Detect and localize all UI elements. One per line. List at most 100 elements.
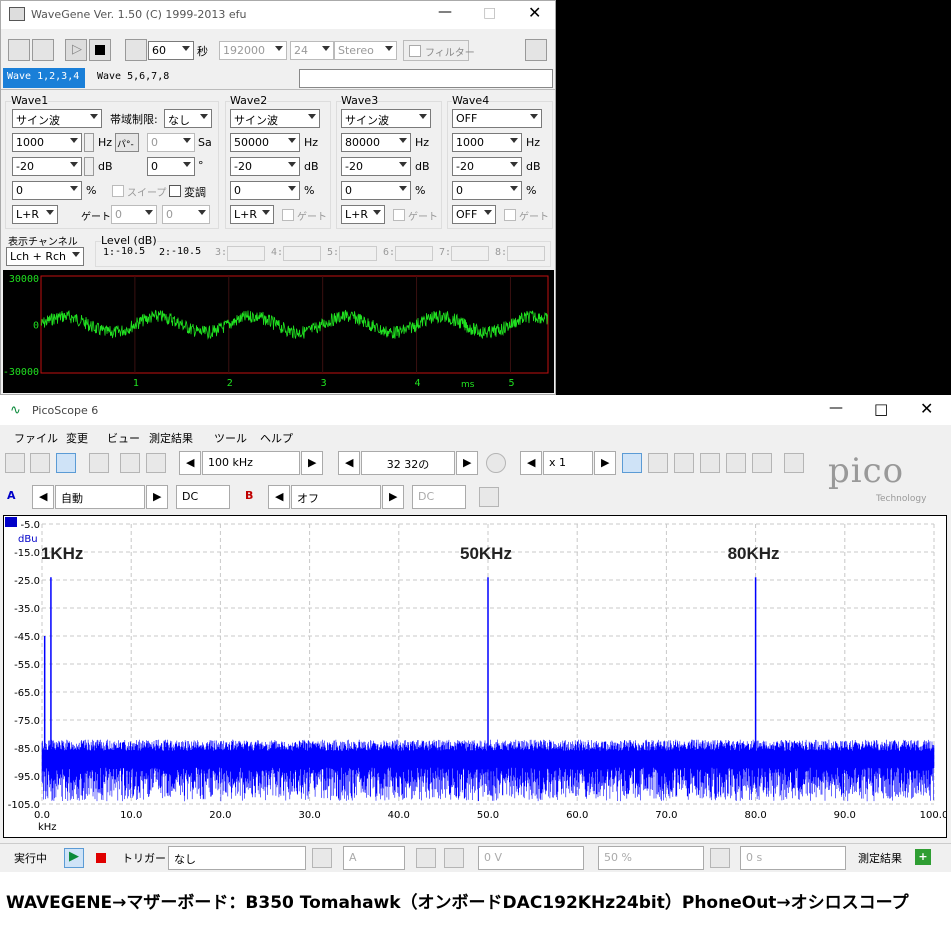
signal-gen-icon[interactable] — [120, 453, 140, 473]
close-icon[interactable]: ✕ — [920, 399, 933, 418]
spectrum-view[interactable]: dBu -5.0 -15.0 -25.0 -35.0 -45.0 -55.0 -65.0 -75… — [3, 515, 948, 838]
zoom-out-icon[interactable] — [726, 453, 746, 473]
start-button[interactable]: ▶ — [64, 848, 84, 868]
bits-select[interactable]: 24 — [290, 41, 334, 60]
maximize-icon[interactable]: □ — [483, 5, 496, 21]
wave2-pct-input[interactable]: 0 — [230, 181, 300, 200]
buffer-field[interactable]: 32 32の — [361, 451, 455, 475]
zoom-in-icon[interactable] — [700, 453, 720, 473]
menu-item-2[interactable]: ビュー — [107, 430, 140, 446]
sa-input[interactable]: 0 — [147, 133, 195, 152]
home-icon[interactable] — [146, 453, 166, 473]
buffer-prev-button[interactable]: ◀ — [338, 451, 360, 475]
duration-select[interactable]: 60 — [148, 41, 194, 60]
cha-coupling-select[interactable]: DC — [176, 485, 230, 509]
pretrigger-field[interactable]: 50 % — [598, 846, 704, 870]
trigger-channel-select[interactable]: A — [343, 846, 405, 870]
trigger-falling-icon[interactable] — [444, 848, 464, 868]
save-file-icon[interactable] — [32, 39, 54, 61]
timebase-select[interactable]: 100 kHz — [202, 451, 300, 475]
wave3-channel-select[interactable]: L+R — [341, 205, 385, 224]
hand-tool-icon[interactable] — [648, 453, 668, 473]
wave3-freq-input[interactable]: 80000 — [341, 133, 411, 152]
zoom-overview-icon[interactable] — [784, 453, 804, 473]
gate-end-input[interactable]: 0 — [162, 205, 210, 224]
channels-select[interactable]: Stereo — [334, 41, 397, 60]
spectrum-mode-icon[interactable] — [56, 453, 76, 473]
minimize-icon[interactable]: — — [829, 400, 843, 416]
wave2-channel-select[interactable]: L+R — [230, 205, 274, 224]
wave3-gate-checkbox[interactable] — [393, 209, 405, 221]
chb-coupling-select[interactable]: DC — [412, 485, 466, 509]
compass-icon[interactable] — [486, 453, 506, 473]
cha-prev-button[interactable]: ◀ — [32, 485, 54, 509]
wave3-type-select[interactable]: サイン波 — [341, 109, 431, 128]
close-icon[interactable]: ✕ — [528, 3, 541, 22]
wave2-gate-checkbox[interactable] — [282, 209, 294, 221]
zoom-field[interactable]: x 1 — [543, 451, 593, 475]
wave1-pct-input[interactable]: 0 — [12, 181, 82, 200]
modulation-checkbox[interactable] — [169, 185, 181, 197]
menu-item-4[interactable]: ツール — [214, 430, 247, 446]
filter-toggle[interactable]: フィルター — [403, 40, 475, 61]
trigger-time-field[interactable]: 0 s — [740, 846, 846, 870]
menu-item-3[interactable]: 測定結果 — [149, 430, 193, 446]
zoom-prev-button[interactable]: ◀ — [520, 451, 542, 475]
chb-next-button[interactable]: ▶ — [382, 485, 404, 509]
spectrum-view-icon[interactable] — [89, 453, 109, 473]
wave4-type-select[interactable]: OFF — [452, 109, 542, 128]
cha-next-button[interactable]: ▶ — [146, 485, 168, 509]
trigger-rising-icon[interactable] — [416, 848, 436, 868]
wave2-level-input[interactable]: -20 — [230, 157, 300, 176]
open-file-icon[interactable] — [8, 39, 30, 61]
wave4-gate-checkbox[interactable] — [504, 209, 516, 221]
minimize-icon[interactable]: — — [438, 4, 452, 20]
wave4-level-input[interactable]: -20 — [452, 157, 522, 176]
trigger-mode-select[interactable]: なし — [168, 846, 306, 870]
stop-button[interactable] — [96, 853, 106, 863]
tab-wave-5-8[interactable]: Wave 5,6,7,8 — [97, 71, 169, 82]
menu-item-0[interactable]: ファイル — [14, 430, 58, 446]
wave1-freq-spinner[interactable] — [84, 133, 94, 152]
timebase-prev-button[interactable]: ◀ — [179, 451, 201, 475]
channel-options-icon[interactable] — [479, 487, 499, 507]
wave3-pct-input[interactable]: 0 — [341, 181, 411, 200]
wave1-level-input[interactable]: -20 — [12, 157, 82, 176]
wave2-type-select[interactable]: サイン波 — [230, 109, 320, 128]
wave4-pct-input[interactable]: 0 — [452, 181, 522, 200]
display-channel-select[interactable]: Lch + Rch — [6, 247, 84, 266]
wave4-freq-input[interactable]: 1000 — [452, 133, 522, 152]
par-button[interactable]: パ°- — [115, 133, 139, 152]
wave1-freq-input[interactable]: 1000 — [12, 133, 82, 152]
buffer-next-button[interactable]: ▶ — [456, 451, 478, 475]
gate-start-input[interactable]: 0 — [111, 205, 157, 224]
cha-range-select[interactable]: 自動 — [55, 485, 145, 509]
persistence-mode-icon[interactable] — [30, 453, 50, 473]
stop-button[interactable] — [89, 39, 111, 61]
trigger-edge-icon[interactable] — [312, 848, 332, 868]
maximize-icon[interactable]: □ — [874, 400, 888, 418]
zoom-tool-icon[interactable] — [674, 453, 694, 473]
wave1-type-select[interactable]: サイン波 — [12, 109, 102, 128]
wave4-channel-select[interactable]: OFF — [452, 205, 496, 224]
band-limit-select[interactable]: なし — [164, 109, 212, 128]
menu-item-5[interactable]: ヘルプ — [260, 430, 293, 446]
chb-range-select[interactable]: オフ — [291, 485, 381, 509]
sample-rate-select[interactable]: 192000 — [219, 41, 287, 60]
comment-input[interactable] — [299, 69, 553, 88]
play-button[interactable]: ▷ — [65, 39, 87, 61]
timebase-next-button[interactable]: ▶ — [301, 451, 323, 475]
wave1-channel-select[interactable]: L+R — [12, 205, 58, 224]
zoom-next-button[interactable]: ▶ — [594, 451, 616, 475]
wave1-level-spinner[interactable] — [84, 157, 94, 176]
trigger-delay-icon[interactable] — [710, 848, 730, 868]
phase-input[interactable]: 0 — [147, 157, 195, 176]
timer-icon[interactable] — [125, 39, 147, 61]
wave2-freq-input[interactable]: 50000 — [230, 133, 300, 152]
tab-wave-1-4[interactable]: Wave 1,2,3,4 — [3, 68, 85, 88]
trigger-level-field[interactable]: 0 V — [478, 846, 584, 870]
filter-checkbox[interactable] — [409, 45, 421, 57]
sweep-checkbox[interactable] — [112, 185, 124, 197]
undo-zoom-icon[interactable] — [752, 453, 772, 473]
menu-item-1[interactable]: 変更 — [66, 430, 88, 446]
